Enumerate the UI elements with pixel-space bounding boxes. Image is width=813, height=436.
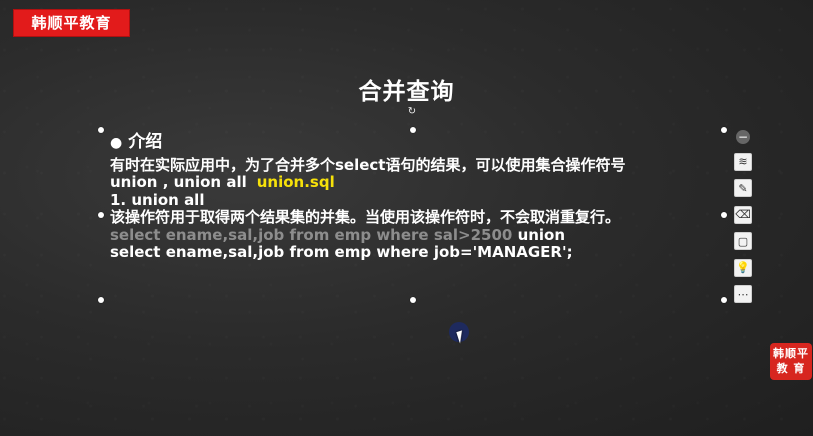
resize-handle-top-right[interactable] [721,127,727,133]
minus-icon[interactable]: − [736,130,750,144]
slide-text-box[interactable]: ● 介绍 有时在实际应用中，为了合并多个select语句的结果，可以使用集合操作符… [110,132,690,262]
resize-handle-top-left[interactable] [98,127,104,133]
watermark-line-1: 韩顺平 [773,347,809,360]
operators-text: union , union all [110,173,247,191]
watermark-line-2: 教 育 [776,362,806,375]
resize-handle-bottom-middle[interactable] [410,297,416,303]
lightbulb-icon[interactable]: 💡 [734,258,752,277]
sql-select-sal: select ename,sal,job from emp where sal>… [110,225,513,244]
rotate-handle-icon[interactable]: ↻ [407,107,417,117]
resize-handle-bottom-left[interactable] [98,297,104,303]
pen-icon[interactable]: ✎ [734,179,752,197]
more-icon[interactable]: ⋯ [734,285,752,303]
annotation-toolbar: − ≋ ✎ ⌫ ▢ 💡 ⋯ [734,130,754,312]
heading-text: 介绍 [128,132,163,152]
intro-line: 有时在实际应用中，为了合并多个select语句的结果，可以使用集合操作符号 [110,155,626,174]
resize-handle-bottom-right[interactable] [721,297,727,303]
operators-line: union , union all union.sql [110,173,690,192]
layers-icon[interactable]: ≋ [734,152,752,171]
eraser-icon[interactable]: ⌫ [734,205,752,224]
slide-title[interactable]: 合并查询 [0,72,813,106]
brand-logo: 韩顺平教育 [13,9,130,37]
resize-handle-top-middle[interactable] [410,127,416,133]
resize-handle-middle-right[interactable] [721,212,727,218]
file-label: union.sql [256,173,335,191]
resize-handle-middle-left[interactable] [98,212,104,218]
frame-icon[interactable]: ▢ [734,232,752,250]
sql-union-keyword: union [517,225,566,244]
subsection-heading: 1. union all [110,190,205,209]
bullet-icon: ● [110,135,123,151]
watermark-logo: 韩顺平 教 育 [770,343,812,380]
sql-line-1: select ename,sal,job from emp where sal>… [110,225,690,245]
section-heading: ● 介绍 [110,132,690,153]
sql-line-2: select ename,sal,job from emp where job=… [110,243,573,261]
description-line: 该操作符用于取得两个结果集的并集。当使用该操作符时，不会取消重复行。 [110,208,621,226]
